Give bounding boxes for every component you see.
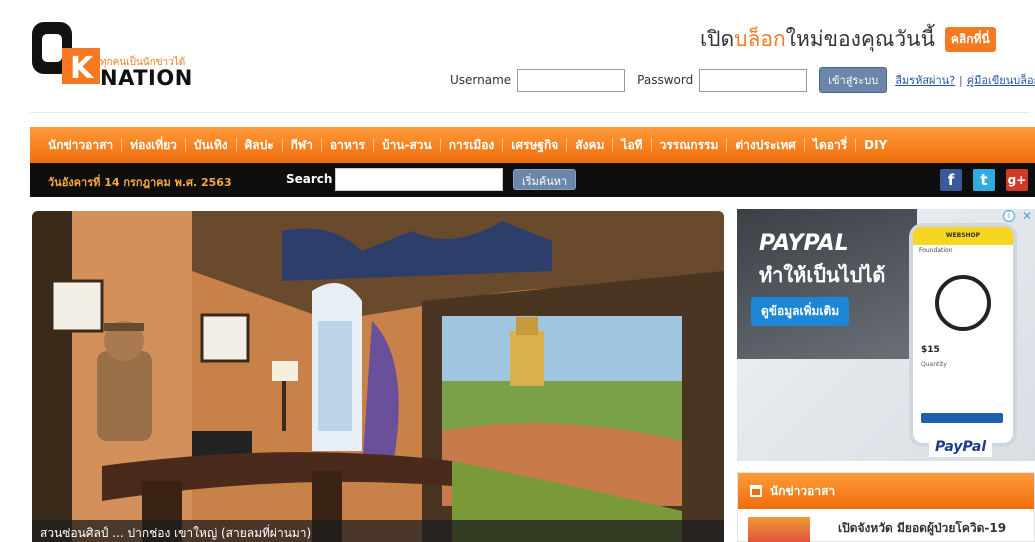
- volunteer-news-box: นักข่าวอาสา เปิดจังหวัด มียอดผู้ป่วยโควิ…: [737, 472, 1035, 542]
- site-logo[interactable]: K ทุกคนเป็นนักข่าวได้ NATION: [32, 22, 212, 92]
- site-header: K ทุกคนเป็นนักข่าวได้ NATION เปิด บล็อก …: [0, 0, 1035, 118]
- nav-item-it[interactable]: ไอที: [621, 138, 652, 152]
- phone-product-icon: [935, 275, 991, 331]
- header-divider: [30, 112, 1030, 113]
- ad-phone-image: WEBSHOP Foundation $15 Quantity: [909, 223, 1017, 447]
- nav-item-foreign[interactable]: ต่างประเทศ: [735, 138, 805, 152]
- nav-item-economy[interactable]: เศรษฐกิจ: [511, 138, 568, 152]
- promo-text-1: เปิด: [700, 26, 735, 51]
- news-thumbnail[interactable]: [748, 517, 810, 542]
- news-calendar-icon: [750, 485, 762, 497]
- phone-webshop-header: WEBSHOP: [913, 227, 1013, 245]
- ad-close-icon[interactable]: ✕: [1022, 209, 1032, 223]
- paypal-badge: PayPal: [929, 437, 993, 457]
- nav-item-volunteer-reporter[interactable]: นักข่าวอาสา: [48, 138, 123, 152]
- forgot-password-link[interactable]: ลืมรหัสผ่าน?: [895, 71, 955, 89]
- nav-item-home-garden[interactable]: บ้าน-สวน: [382, 138, 441, 152]
- password-input[interactable]: [699, 68, 808, 92]
- hero-slide[interactable]: สวนซ่อนศิลป์ ... ปากช่อง เขาใหญ่ (สายลมท…: [32, 211, 724, 542]
- ad-slogan: ทำให้เป็นไปได้: [759, 263, 886, 287]
- nav-item-politics[interactable]: การเมือง: [449, 138, 504, 152]
- promo-text-3: ใหม่ของคุณวันนี้: [785, 26, 935, 51]
- password-label: Password: [637, 73, 694, 87]
- nav-item-sport[interactable]: กีฬา: [291, 138, 322, 152]
- nav-item-entertainment[interactable]: บันเทิง: [194, 138, 237, 152]
- promo-text-2: บล็อก: [734, 26, 786, 51]
- promo-click-button[interactable]: คลิกที่นี่: [944, 26, 996, 52]
- blog-guide-link[interactable]: คู่มือเขียนบล็อก: [967, 71, 1035, 89]
- news-box-title: นักข่าวอาสา: [770, 483, 836, 498]
- twitter-icon[interactable]: t: [973, 169, 995, 191]
- current-date: วันอังคารที่ 14 กรกฎาคม พ.ศ. 2563: [48, 176, 232, 189]
- username-label: Username: [450, 73, 512, 87]
- hero-image: [32, 211, 724, 542]
- new-blog-promo: เปิด บล็อก ใหม่ของคุณวันนี้ คลิกที่นี่: [700, 24, 996, 54]
- nav-item-literature[interactable]: วรรณกรรม: [660, 138, 728, 152]
- nav-item-food[interactable]: อาหาร: [330, 138, 374, 152]
- login-link-separator: |: [959, 73, 963, 87]
- login-button[interactable]: เข้าสู่ระบบ: [819, 67, 888, 93]
- nav-item-diary[interactable]: ไดอารี่: [813, 138, 857, 152]
- news-item-title[interactable]: เปิดจังหวัด มียอดผู้ป่วยโควิด-19: [838, 519, 1006, 538]
- nav-item-society[interactable]: สังคม: [575, 138, 614, 152]
- phone-price: $15: [921, 345, 940, 355]
- ad-brand: PAYPAL: [759, 231, 849, 256]
- nav-item-art[interactable]: ศิลปะ: [245, 138, 283, 152]
- phone-paypal-button: [921, 413, 1003, 423]
- google-plus-icon[interactable]: g+: [1006, 169, 1028, 191]
- username-input[interactable]: [517, 68, 626, 92]
- ad-learn-more-button[interactable]: ดูข้อมูลเพิ่มเติม: [751, 297, 850, 326]
- nav-item-travel[interactable]: ท่องเที่ยว: [130, 138, 186, 152]
- ad-info-icon[interactable]: i: [1003, 210, 1015, 222]
- news-box-header: นักข่าวอาสา: [738, 473, 1034, 509]
- svg-text:K: K: [70, 51, 95, 84]
- search-input[interactable]: [335, 168, 503, 191]
- ok-logo-icon: K: [32, 22, 100, 84]
- search-button[interactable]: เริ่มค้นหา: [513, 169, 577, 190]
- login-form: Username Password เข้าสู่ระบบ ลืมรหัสผ่า…: [450, 67, 1035, 93]
- nav-item-diy[interactable]: DIY: [864, 138, 895, 152]
- paypal-ad[interactable]: i ✕ PAYPAL ทำให้เป็นไปได้ ดูข้อมูลเพิ่มเ…: [737, 209, 1035, 461]
- search-label: Search: [286, 172, 333, 186]
- facebook-icon[interactable]: f: [940, 169, 962, 191]
- date-search-bar: วันอังคารที่ 14 กรกฎาคม พ.ศ. 2563 Search…: [30, 163, 1035, 197]
- main-nav: นักข่าวอาสา ท่องเที่ยว บันเทิง ศิลปะ กีฬ…: [30, 127, 1035, 163]
- logo-name: NATION: [100, 66, 193, 90]
- phone-quantity: Quantity: [921, 361, 947, 368]
- phone-product-name: Foundation: [919, 247, 953, 254]
- hero-caption[interactable]: สวนซ่อนศิลป์ ... ปากช่อง เขาใหญ่ (สายลมท…: [32, 520, 724, 542]
